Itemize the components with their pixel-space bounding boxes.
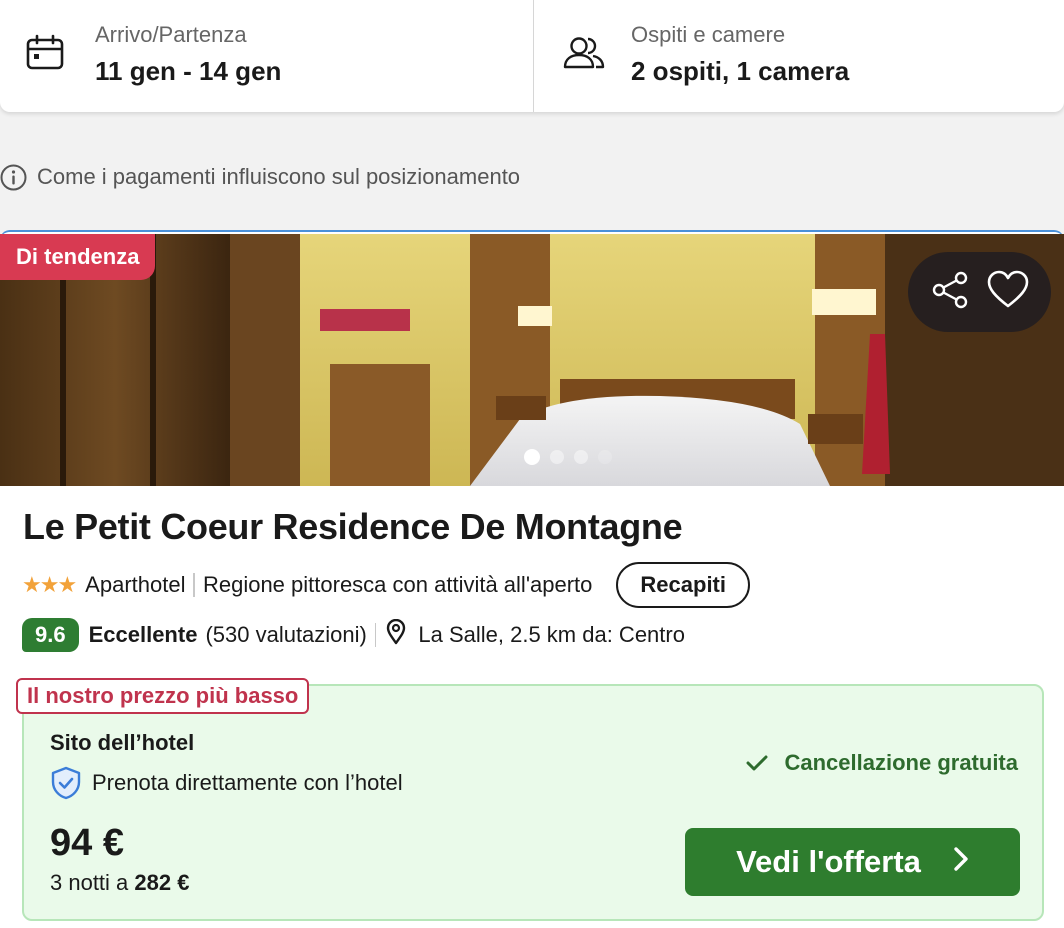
hotel-photo[interactable] bbox=[0, 234, 1064, 486]
contacts-button[interactable]: Recapiti bbox=[616, 562, 750, 608]
review-count[interactable]: (530 valutazioni) bbox=[205, 622, 366, 648]
trending-badge: Di tendenza bbox=[0, 234, 156, 280]
free-cancellation: Cancellazione gratuita bbox=[746, 750, 1018, 776]
info-icon bbox=[0, 164, 27, 191]
disclaimer-text: Come i pagamenti influiscono sul posizio… bbox=[37, 164, 521, 189]
hotel-name[interactable]: Le Petit Coeur Residence De Montagne bbox=[23, 506, 683, 548]
search-bar: Arrivo/Partenza 11 gen - 14 gen Ospiti e… bbox=[0, 0, 1064, 112]
heart-icon[interactable] bbox=[987, 270, 1029, 315]
dates-value: 11 gen - 14 gen bbox=[95, 56, 282, 86]
carousel-dot[interactable] bbox=[598, 450, 612, 464]
direct-booking: Prenota direttamente con l’hotel bbox=[50, 766, 403, 800]
guests-label: Ospiti e camere bbox=[631, 22, 786, 47]
dates-selector[interactable]: Arrivo/Partenza 11 gen - 14 gen bbox=[0, 0, 534, 112]
hotel-location[interactable]: La Salle, 2.5 km da: Centro bbox=[418, 622, 685, 648]
chevron-right-icon bbox=[953, 844, 969, 880]
dates-label: Arrivo/Partenza bbox=[95, 22, 247, 47]
hotel-card[interactable]: Di tendenza Le Petit Coeur Residence De … bbox=[0, 230, 1064, 928]
share-icon[interactable] bbox=[930, 270, 970, 315]
divider bbox=[374, 623, 377, 647]
rating-score: 9.6 bbox=[22, 618, 79, 652]
star-rating: ★★★ bbox=[22, 572, 77, 597]
carousel-dot[interactable] bbox=[524, 449, 540, 465]
view-offer-button[interactable]: Vedi l'offerta bbox=[685, 828, 1020, 896]
view-offer-label: Vedi l'offerta bbox=[736, 844, 921, 879]
hotel-type: Aparthotel bbox=[85, 572, 186, 597]
guests-selector[interactable]: Ospiti e camere 2 ospiti, 1 camera bbox=[534, 0, 1064, 112]
carousel-dots bbox=[524, 449, 612, 465]
carousel-dot[interactable] bbox=[550, 450, 564, 464]
total-amount: 282 € bbox=[134, 870, 190, 895]
offer-provider: Sito dell’hotel bbox=[50, 730, 195, 755]
rating-word: Eccellente bbox=[88, 622, 198, 647]
offer-box[interactable]: Sito dell’hotel Prenota direttamente con… bbox=[22, 684, 1044, 921]
location-pin-icon bbox=[386, 618, 406, 651]
hotel-info-row: ★★★ Aparthotel Regione pittoresca con at… bbox=[22, 562, 750, 608]
lowest-price-badge: Il nostro prezzo più basso bbox=[16, 678, 310, 714]
total-price: 3 notti a 282 € bbox=[50, 870, 189, 896]
guests-value: 2 ospiti, 1 camera bbox=[631, 56, 850, 86]
rating-row: 9.6 Eccellente (530 valutazioni) La Sall… bbox=[22, 618, 685, 652]
users-icon bbox=[562, 34, 606, 77]
shield-check-icon bbox=[51, 766, 81, 800]
direct-booking-text: Prenota direttamente con l’hotel bbox=[92, 770, 403, 795]
divider bbox=[193, 573, 195, 597]
total-prefix: 3 notti a bbox=[50, 870, 135, 895]
carousel-dot[interactable] bbox=[574, 450, 588, 464]
hotel-highlight: Regione pittoresca con attività all'aper… bbox=[202, 572, 593, 597]
free-cancellation-text: Cancellazione gratuita bbox=[784, 750, 1018, 775]
photo-actions bbox=[908, 252, 1051, 332]
nightly-price: 94 € bbox=[50, 822, 124, 864]
checkmark-icon bbox=[746, 755, 768, 771]
calendar-icon bbox=[26, 34, 66, 77]
ranking-disclaimer[interactable]: Come i pagamenti influiscono sul posizio… bbox=[0, 162, 520, 192]
